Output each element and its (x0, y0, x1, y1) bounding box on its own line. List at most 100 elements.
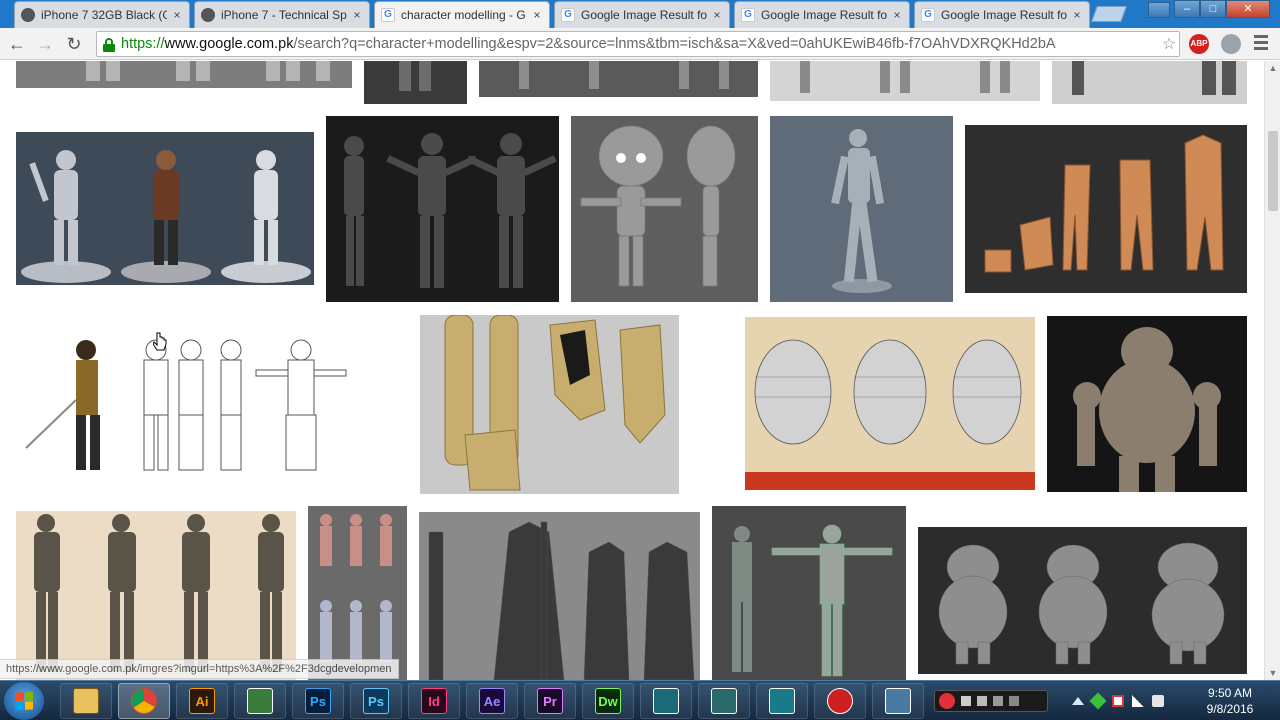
wifi-signal-icon[interactable] (1132, 695, 1144, 707)
hooded-warrior-mesh-image (419, 512, 700, 680)
image-result[interactable] (965, 125, 1247, 293)
tab-google-image-result-1[interactable]: G Google Image Result fo × (554, 1, 730, 28)
recorder-icon (827, 688, 853, 714)
start-button[interactable] (4, 682, 44, 720)
screen-capture-icon (885, 688, 911, 714)
camera-icon[interactable] (977, 696, 987, 706)
scrollbar-thumb[interactable] (1268, 131, 1278, 211)
network-warning-icon[interactable] (1089, 692, 1107, 710)
taskbar-illustrator-button[interactable]: Ai (176, 683, 228, 719)
lock-icon (103, 37, 115, 52)
adblock-extension-icon[interactable]: ABP (1189, 34, 1209, 54)
image-result[interactable] (1047, 316, 1247, 492)
figure-legs-image (364, 61, 467, 104)
image-result[interactable] (770, 116, 953, 302)
taskbar-dreamweaver-button[interactable]: Dw (582, 683, 634, 719)
taskbar-chrome-button[interactable] (118, 683, 170, 719)
window-close-button[interactable]: ✕ (1226, 0, 1270, 18)
pencil-icon[interactable] (993, 696, 1003, 706)
tab-iphone-black[interactable]: iPhone 7 32GB Black (G × (14, 1, 190, 28)
image-result[interactable] (16, 511, 296, 680)
vertical-scrollbar[interactable]: ▲ ▼ (1264, 61, 1280, 680)
low-poly-body-image (965, 125, 1247, 293)
show-hidden-icons-icon[interactable] (1072, 697, 1084, 705)
taskbar-screen-capture-button[interactable] (872, 683, 924, 719)
close-icon[interactable]: × (351, 8, 363, 22)
image-result[interactable] (420, 315, 679, 494)
windows-logo-icon (15, 691, 33, 711)
close-icon[interactable]: × (171, 8, 183, 22)
record-icon[interactable] (939, 693, 955, 709)
taskbar-3ds-max-button[interactable] (640, 683, 692, 719)
tab-iphone-specs[interactable]: iPhone 7 - Technical Sp × (194, 1, 370, 28)
taskbar-photoshop-button[interactable]: Ps (292, 683, 344, 719)
tab-character-modelling[interactable]: G character modelling - G × (374, 1, 550, 28)
taskbar-app-swirl-button[interactable] (698, 683, 750, 719)
bookmark-star-icon[interactable]: ☆ (1159, 34, 1179, 54)
chrome-icon (131, 688, 157, 714)
taskbar-maya-button[interactable] (756, 683, 808, 719)
mouse-cursor-icon (153, 332, 167, 351)
image-result[interactable] (16, 61, 352, 88)
tab-title: Google Image Result fo (941, 8, 1067, 22)
extension-icon[interactable] (1221, 34, 1241, 54)
user-profile-button[interactable] (1148, 2, 1170, 18)
close-icon[interactable]: × (1071, 8, 1083, 22)
recorder-controls[interactable] (934, 690, 1048, 712)
image-result[interactable] (479, 61, 758, 97)
forward-arrow-icon[interactable]: → (34, 34, 56, 54)
address-bar[interactable]: https://www.google.com.pk/search?q=chara… (96, 31, 1180, 57)
image-result[interactable] (326, 116, 559, 302)
taskbar-after-effects-button[interactable]: Ae (466, 683, 518, 719)
figure-legs-image (770, 61, 1040, 101)
image-result[interactable] (745, 317, 1035, 490)
image-result[interactable] (16, 132, 314, 285)
legs-and-feet-mesh-image (420, 315, 679, 494)
taskbar-explorer-button[interactable] (60, 683, 112, 719)
base-mesh-body-image (326, 116, 559, 302)
url-host: www.google.com.pk (164, 36, 294, 52)
image-result[interactable] (571, 116, 758, 302)
taskbar-sketchup-button[interactable] (234, 683, 286, 719)
image-result[interactable] (1052, 61, 1247, 104)
minimize-button[interactable]: – (1174, 0, 1200, 18)
action-center-icon[interactable] (1112, 695, 1124, 707)
image-result[interactable] (918, 527, 1247, 674)
image-result[interactable] (712, 506, 906, 680)
image-result[interactable] (364, 61, 467, 104)
system-tray (1072, 687, 1164, 715)
close-icon[interactable]: × (711, 8, 723, 22)
taskbar-photoshop-2-button[interactable]: Ps (350, 683, 402, 719)
taskbar-indesign-button[interactable]: Id (408, 683, 460, 719)
taskbar-clock[interactable]: 9:50 AM 9/8/2016 (1190, 685, 1270, 717)
tab-title: character modelling - G (401, 8, 526, 22)
image-result[interactable] (308, 506, 407, 680)
soldier-turnaround-image (16, 511, 296, 680)
chrome-menu-icon[interactable] (1254, 35, 1268, 51)
scroll-down-arrow-icon[interactable]: ▼ (1265, 666, 1280, 680)
image-result[interactable] (770, 61, 1040, 101)
speaker-icon[interactable] (1152, 695, 1164, 707)
clock-time: 9:50 AM (1207, 686, 1253, 700)
premiere-icon: Pr (537, 688, 563, 714)
after-effects-icon: Ae (479, 688, 505, 714)
scroll-up-arrow-icon[interactable]: ▲ (1265, 61, 1280, 75)
indesign-icon: Id (421, 688, 447, 714)
tab-google-image-result-3[interactable]: G Google Image Result fo × (914, 1, 1090, 28)
image-result[interactable] (419, 512, 700, 680)
taskbar-recorder-button[interactable] (814, 683, 866, 719)
reload-icon[interactable]: ↻ (63, 34, 85, 54)
clock-date: 9/8/2016 (1206, 702, 1254, 716)
url-text[interactable]: https://www.google.com.pk/search?q=chara… (121, 36, 1159, 52)
image-result[interactable] (16, 330, 354, 479)
maximize-button[interactable]: □ (1200, 0, 1226, 18)
close-icon[interactable]: × (891, 8, 903, 22)
dreamweaver-icon: Dw (595, 688, 621, 714)
new-tab-button[interactable] (1091, 6, 1127, 22)
close-icon[interactable]: × (531, 8, 543, 22)
settings-icon[interactable] (1009, 696, 1019, 706)
tab-google-image-result-2[interactable]: G Google Image Result fo × (734, 1, 910, 28)
taskbar-premiere-button[interactable]: Pr (524, 683, 576, 719)
back-arrow-icon[interactable]: ← (6, 34, 28, 54)
stop-icon[interactable] (961, 696, 971, 706)
